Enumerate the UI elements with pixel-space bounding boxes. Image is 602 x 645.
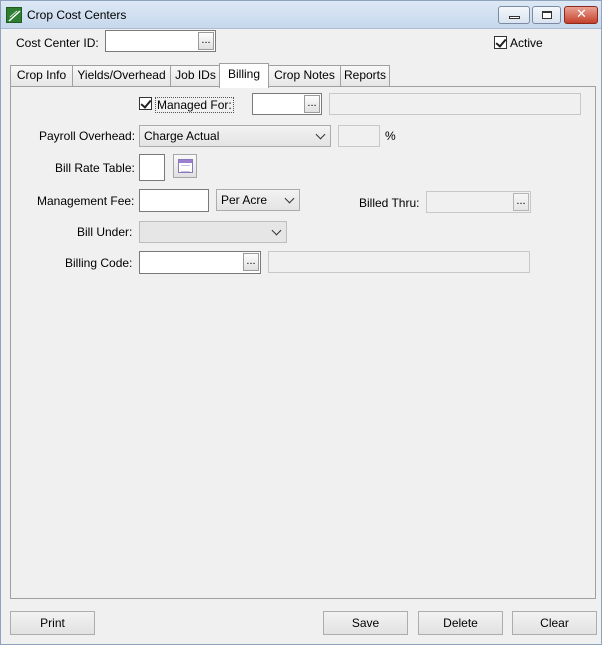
maximize-icon [542,11,552,19]
tab-reports[interactable]: Reports [340,65,390,86]
payroll-overhead-select[interactable]: Charge Actual [139,125,331,147]
close-icon: ✕ [576,7,587,22]
managed-for-label: Managed For: [155,97,234,113]
payroll-overhead-label: Payroll Overhead: [39,129,136,143]
billing-code-description [268,251,530,273]
managed-for-description [329,93,581,115]
managed-for-checkbox[interactable] [139,97,152,110]
tab-yields-overhead[interactable]: Yields/Overhead [72,65,171,86]
managed-for-lookup-button[interactable]: ... [304,95,320,113]
fee-basis-select[interactable]: Per Acre [216,189,300,211]
save-button[interactable]: Save [323,611,408,635]
management-fee-field[interactable] [139,189,209,212]
bill-under-label: Bill Under: [77,225,133,239]
print-button[interactable]: Print [10,611,95,635]
table-icon [178,159,193,173]
window-title: Crop Cost Centers [27,8,127,22]
app-leaf-icon [6,7,22,23]
chevron-down-icon [284,193,295,204]
minimize-icon [509,16,520,19]
active-checkbox[interactable] [494,36,507,49]
cost-center-lookup-button[interactable]: ... [198,32,214,50]
billing-code-label: Billing Code: [65,256,133,270]
maximize-button[interactable] [532,6,561,24]
bill-rate-table-label: Bill Rate Table: [55,161,135,175]
billed-thru-lookup-button: ... [513,193,529,211]
cost-center-id-field[interactable]: ... [105,30,216,52]
chevron-down-icon [271,225,282,236]
fee-basis-value: Per Acre [221,193,268,207]
tab-crop-info[interactable]: Crop Info [10,65,73,86]
clear-button[interactable]: Clear [512,611,597,635]
crop-cost-centers-window: Crop Cost Centers ✕ Cost Center ID: ... … [0,0,602,645]
payroll-overhead-value: Charge Actual [144,129,220,143]
tab-job-ids[interactable]: Job IDs [170,65,221,86]
cost-center-id-label: Cost Center ID: [16,36,99,50]
bill-under-select [139,221,287,243]
delete-button[interactable]: Delete [418,611,503,635]
close-button[interactable]: ✕ [564,6,598,24]
title-bar[interactable]: Crop Cost Centers ✕ [1,1,601,29]
billed-thru-field: ... [426,191,531,213]
percent-label: % [385,129,396,143]
billing-code-lookup-button[interactable]: ... [243,253,259,271]
active-label: Active [510,36,543,50]
tab-crop-notes[interactable]: Crop Notes [268,65,341,86]
bill-rate-table-field[interactable] [139,154,165,181]
minimize-button[interactable] [498,6,530,24]
managed-for-field[interactable]: ... [252,93,322,115]
chevron-down-icon [315,129,326,140]
tab-billing[interactable]: Billing [219,63,269,88]
billed-thru-label: Billed Thru: [359,196,420,210]
bill-rate-table-button[interactable] [173,154,197,178]
overhead-percent-field [338,125,380,147]
billing-code-field[interactable]: ... [139,251,261,274]
management-fee-label: Management Fee: [37,194,135,208]
